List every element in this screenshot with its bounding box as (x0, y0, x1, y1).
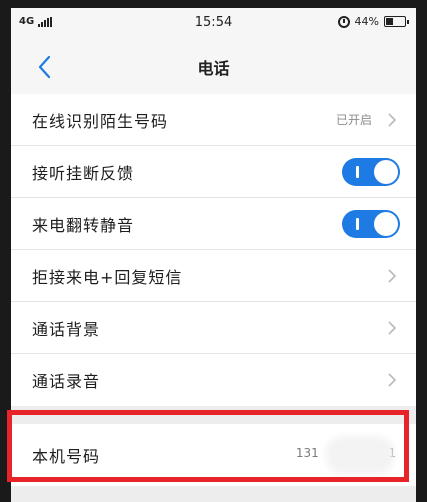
chevron-right-icon (388, 113, 397, 127)
chevron-right-icon (388, 321, 397, 335)
setting-label: 接听挂断反馈 (32, 163, 135, 183)
setting-stranger-id[interactable]: 在线识别陌生号码 已开启 (11, 94, 416, 146)
answer-feedback-toggle[interactable] (342, 158, 400, 186)
status-bar: 4G 15:54 44% (11, 8, 416, 38)
alarm-clock-icon (337, 15, 350, 28)
battery-icon (384, 16, 409, 27)
setting-label: 通话录音 (32, 372, 101, 391)
settings-list: 在线识别陌生号码 已开启 接听挂断反馈 来电翻转静音 拒接来电+回复短信 通话背… (11, 94, 416, 406)
chevron-right-icon (388, 373, 397, 387)
setting-status: 已开启 (335, 113, 372, 127)
setting-flip-mute: 来电翻转静音 (11, 198, 416, 250)
toggle-knob (374, 212, 398, 236)
setting-reject-sms[interactable]: 拒接来电+回复短信 (11, 250, 416, 302)
setting-call-recording[interactable]: 通话录音 (11, 354, 416, 406)
battery-percent: 44% (354, 15, 379, 28)
toggle-on-mark (356, 166, 359, 178)
toggle-on-mark (356, 218, 359, 230)
header: 电话 (11, 38, 416, 94)
setting-call-background[interactable]: 通话背景 (11, 302, 416, 354)
setting-label: 通话背景 (32, 319, 101, 339)
battery-fill (386, 18, 393, 25)
flip-mute-toggle[interactable] (342, 210, 400, 238)
page-title: 电话 (197, 59, 230, 78)
status-right: 44% (337, 15, 409, 28)
highlight-box (7, 410, 409, 482)
setting-label: 来电翻转静音 (32, 215, 135, 235)
toggle-knob (374, 160, 398, 184)
setting-label: 在线识别陌生号码 (32, 111, 169, 131)
setting-label: 拒接来电+回复短信 (32, 267, 183, 287)
chevron-right-icon (388, 269, 397, 283)
setting-answer-feedback: 接听挂断反馈 (11, 146, 416, 198)
